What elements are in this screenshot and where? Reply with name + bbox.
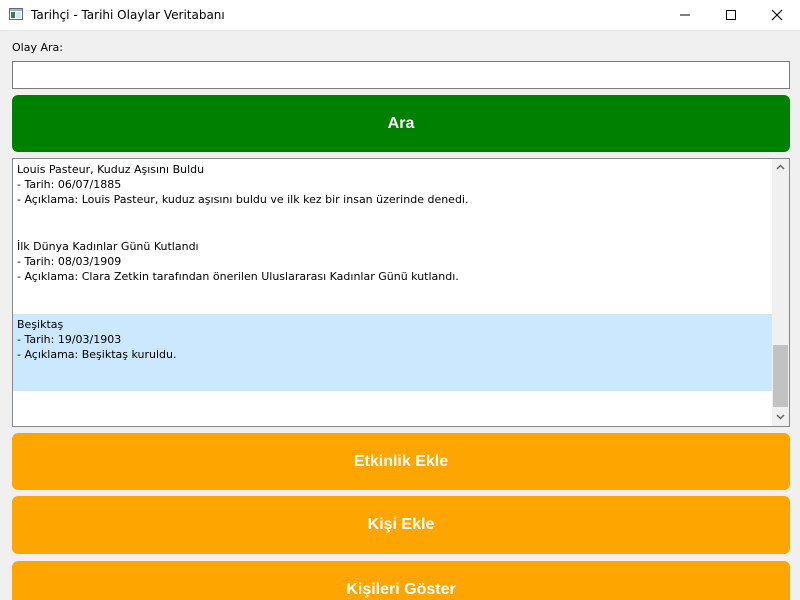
minimize-icon (680, 14, 690, 16)
title-bar[interactable]: Tarihçi - Tarihi Olaylar Veritabanı (0, 0, 800, 31)
maximize-button[interactable] (708, 0, 754, 30)
event-description: - Açıklama: Louis Pasteur, kuduz aşısını… (17, 193, 469, 206)
events-list[interactable]: Louis Pasteur, Kuduz Aşısını Buldu - Tar… (12, 158, 790, 427)
close-button[interactable] (754, 0, 800, 30)
event-date: - Tarih: 06/07/1885 (17, 178, 122, 191)
maximize-icon (726, 10, 736, 20)
list-item-selected[interactable]: Beşiktaş - Tarih: 19/03/1903 - Açıklama:… (13, 314, 772, 391)
event-title: Louis Pasteur, Kuduz Aşısını Buldu (17, 163, 205, 176)
add-person-button[interactable]: Kişi Ekle (12, 496, 790, 554)
event-title: İlk Dünya Kadınlar Günü Kutlandı (17, 240, 199, 253)
scroll-up-button[interactable] (772, 159, 789, 176)
close-icon (771, 9, 783, 21)
add-event-button[interactable]: Etkinlik Ekle (12, 433, 790, 490)
show-people-button[interactable]: Kişileri Göster (12, 561, 790, 600)
app-window: Tarihçi - Tarihi Olaylar Veritabanı Olay… (0, 0, 800, 600)
event-date: - Tarih: 19/03/1903 (17, 333, 122, 346)
chevron-up-icon (776, 164, 785, 170)
show-people-button-label: Kişileri Göster (346, 581, 456, 598)
search-label: Olay Ara: (12, 41, 63, 54)
scroll-down-button[interactable] (772, 409, 789, 426)
search-button-label: Ara (387, 115, 415, 132)
event-title: Beşiktaş (17, 318, 64, 331)
list-item[interactable]: Louis Pasteur, Kuduz Aşısını Buldu - Tar… (13, 159, 772, 236)
event-description: - Açıklama: Clara Zetkin tarafından öner… (17, 270, 459, 283)
add-person-button-label: Kişi Ekle (367, 516, 435, 533)
add-event-button-label: Etkinlik Ekle (353, 453, 449, 470)
app-window-icon (9, 8, 23, 20)
scrollbar-thumb[interactable] (773, 345, 788, 407)
window-title: Tarihçi - Tarihi Olaylar Veritabanı (31, 8, 225, 22)
list-item[interactable]: İlk Dünya Kadınlar Günü Kutlandı - Tarih… (13, 236, 772, 313)
minimize-button[interactable] (662, 0, 708, 30)
event-description: - Açıklama: Beşiktaş kuruldu. (17, 348, 177, 361)
search-input[interactable] (12, 61, 790, 89)
list-scrollbar[interactable] (772, 159, 789, 426)
search-button[interactable]: Ara (12, 95, 790, 152)
chevron-down-icon (776, 414, 785, 420)
event-date: - Tarih: 08/03/1909 (17, 255, 122, 268)
